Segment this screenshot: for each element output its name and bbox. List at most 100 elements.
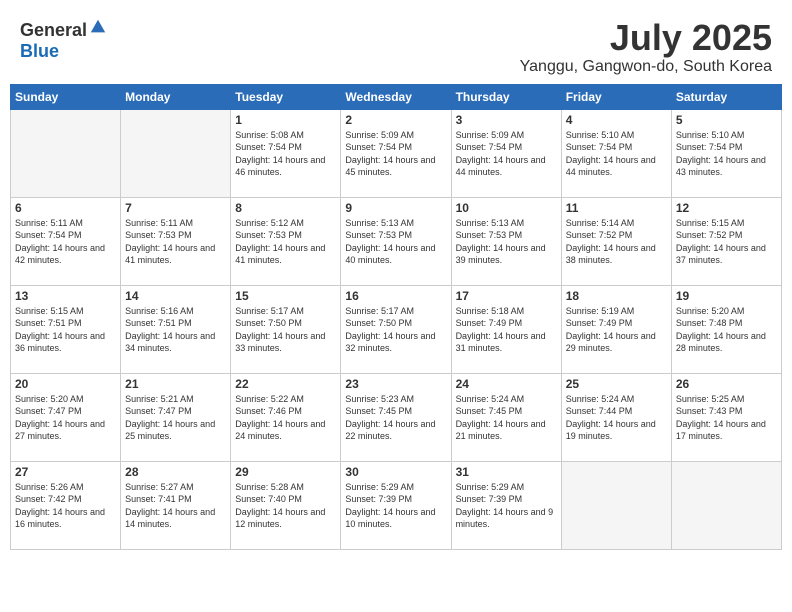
calendar: SundayMondayTuesdayWednesdayThursdayFrid… xyxy=(10,84,782,550)
day-info: Sunrise: 5:29 AM Sunset: 7:39 PM Dayligh… xyxy=(456,481,557,531)
day-info: Sunrise: 5:24 AM Sunset: 7:45 PM Dayligh… xyxy=(456,393,557,443)
logo-icon xyxy=(89,18,107,36)
day-cell: 4Sunrise: 5:10 AM Sunset: 7:54 PM Daylig… xyxy=(561,109,671,197)
day-cell: 12Sunrise: 5:15 AM Sunset: 7:52 PM Dayli… xyxy=(671,197,781,285)
day-info: Sunrise: 5:21 AM Sunset: 7:47 PM Dayligh… xyxy=(125,393,226,443)
day-number: 30 xyxy=(345,465,446,479)
day-info: Sunrise: 5:20 AM Sunset: 7:48 PM Dayligh… xyxy=(676,305,777,355)
day-info: Sunrise: 5:27 AM Sunset: 7:41 PM Dayligh… xyxy=(125,481,226,531)
day-number: 16 xyxy=(345,289,446,303)
day-number: 19 xyxy=(676,289,777,303)
day-number: 7 xyxy=(125,201,226,215)
day-cell: 6 Sunrise: 5:11 AM Sunset: 7:54 PM Daylig… xyxy=(11,197,121,285)
day-number: 22 xyxy=(235,377,336,391)
day-number: 15 xyxy=(235,289,336,303)
day-number: 9 xyxy=(345,201,446,215)
day-cell: 30 Sunrise: 5:29 AM Sunset: 7:39 PM Dayli… xyxy=(341,461,451,549)
day-info: Sunrise: 5:20 AM Sunset: 7:47 PM Dayligh… xyxy=(15,393,116,443)
day-cell: 23 Sunrise: 5:23 AM Sunset: 7:45 PM Dayli… xyxy=(341,373,451,461)
day-info: Sunrise: 5:15 AM Sunset: 7:51 PM Dayligh… xyxy=(15,305,116,355)
header-row: SundayMondayTuesdayWednesdayThursdayFrid… xyxy=(11,84,782,109)
day-info: Sunrise: 5:14 AM Sunset: 7:52 PM Dayligh… xyxy=(566,217,667,267)
day-cell xyxy=(561,461,671,549)
day-info: Sunrise: 5:12 AM Sunset: 7:53 PM Dayligh… xyxy=(235,217,336,267)
day-cell: 26Sunrise: 5:25 AM Sunset: 7:43 PM Dayli… xyxy=(671,373,781,461)
day-cell: 8 Sunrise: 5:12 AM Sunset: 7:53 PM Daylig… xyxy=(231,197,341,285)
day-info: Sunrise: 5:15 AM Sunset: 7:52 PM Dayligh… xyxy=(676,217,777,267)
day-cell: 7 Sunrise: 5:11 AM Sunset: 7:53 PM Daylig… xyxy=(121,197,231,285)
day-info: Sunrise: 5:10 AM Sunset: 7:54 PM Dayligh… xyxy=(676,129,777,179)
day-number: 21 xyxy=(125,377,226,391)
day-info: Sunrise: 5:29 AM Sunset: 7:39 PM Dayligh… xyxy=(345,481,446,531)
day-info: Sunrise: 5:09 AM Sunset: 7:54 PM Dayligh… xyxy=(345,129,446,179)
day-cell: 13 Sunrise: 5:15 AM Sunset: 7:51 PM Dayli… xyxy=(11,285,121,373)
day-cell: 21 Sunrise: 5:21 AM Sunset: 7:47 PM Dayli… xyxy=(121,373,231,461)
day-cell: 14 Sunrise: 5:16 AM Sunset: 7:51 PM Dayli… xyxy=(121,285,231,373)
col-header-sunday: Sunday xyxy=(11,84,121,109)
day-info: Sunrise: 5:09 AM Sunset: 7:54 PM Dayligh… xyxy=(456,129,557,179)
col-header-saturday: Saturday xyxy=(671,84,781,109)
day-number: 13 xyxy=(15,289,116,303)
day-number: 29 xyxy=(235,465,336,479)
day-cell: 15 Sunrise: 5:17 AM Sunset: 7:50 PM Dayli… xyxy=(231,285,341,373)
day-number: 3 xyxy=(456,113,557,127)
day-info: Sunrise: 5:19 AM Sunset: 7:49 PM Dayligh… xyxy=(566,305,667,355)
day-info: Sunrise: 5:08 AM Sunset: 7:54 PM Dayligh… xyxy=(235,129,336,179)
day-number: 27 xyxy=(15,465,116,479)
day-cell xyxy=(671,461,781,549)
day-cell: 3 Sunrise: 5:09 AM Sunset: 7:54 PM Daylig… xyxy=(451,109,561,197)
title-area: July 2025 Yanggu, Gangwon-do, South Kore… xyxy=(520,18,772,76)
col-header-tuesday: Tuesday xyxy=(231,84,341,109)
day-info: Sunrise: 5:10 AM Sunset: 7:54 PM Dayligh… xyxy=(566,129,667,179)
day-number: 10 xyxy=(456,201,557,215)
day-info: Sunrise: 5:24 AM Sunset: 7:44 PM Dayligh… xyxy=(566,393,667,443)
day-info: Sunrise: 5:25 AM Sunset: 7:43 PM Dayligh… xyxy=(676,393,777,443)
day-cell: 19 Sunrise: 5:20 AM Sunset: 7:48 PM Dayli… xyxy=(671,285,781,373)
day-cell: 18 Sunrise: 5:19 AM Sunset: 7:49 PM Dayli… xyxy=(561,285,671,373)
day-cell: 29Sunrise: 5:28 AM Sunset: 7:40 PM Dayli… xyxy=(231,461,341,549)
day-number: 1 xyxy=(235,113,336,127)
day-number: 25 xyxy=(566,377,667,391)
day-cell: 16 Sunrise: 5:17 AM Sunset: 7:50 PM Dayli… xyxy=(341,285,451,373)
day-info: Sunrise: 5:17 AM Sunset: 7:50 PM Dayligh… xyxy=(345,305,446,355)
day-number: 28 xyxy=(125,465,226,479)
day-cell: 5 Sunrise: 5:10 AM Sunset: 7:54 PM Daylig… xyxy=(671,109,781,197)
month-title: July 2025 xyxy=(520,18,772,58)
day-info: Sunrise: 5:18 AM Sunset: 7:49 PM Dayligh… xyxy=(456,305,557,355)
day-number: 20 xyxy=(15,377,116,391)
logo-blue: Blue xyxy=(20,41,59,61)
day-cell: 27 Sunrise: 5:26 AM Sunset: 7:42 PM Dayli… xyxy=(11,461,121,549)
col-header-thursday: Thursday xyxy=(451,84,561,109)
day-info: Sunrise: 5:16 AM Sunset: 7:51 PM Dayligh… xyxy=(125,305,226,355)
week-row-5: 27 Sunrise: 5:26 AM Sunset: 7:42 PM Dayli… xyxy=(11,461,782,549)
day-number: 23 xyxy=(345,377,446,391)
day-cell: 31Sunrise: 5:29 AM Sunset: 7:39 PM Dayli… xyxy=(451,461,561,549)
logo-text: General Blue xyxy=(20,18,107,62)
day-info: Sunrise: 5:22 AM Sunset: 7:46 PM Dayligh… xyxy=(235,393,336,443)
day-info: Sunrise: 5:26 AM Sunset: 7:42 PM Dayligh… xyxy=(15,481,116,531)
day-cell: 1 Sunrise: 5:08 AM Sunset: 7:54 PM Daylig… xyxy=(231,109,341,197)
week-row-4: 20 Sunrise: 5:20 AM Sunset: 7:47 PM Dayli… xyxy=(11,373,782,461)
day-info: Sunrise: 5:23 AM Sunset: 7:45 PM Dayligh… xyxy=(345,393,446,443)
day-number: 6 xyxy=(15,201,116,215)
week-row-1: 1 Sunrise: 5:08 AM Sunset: 7:54 PM Daylig… xyxy=(11,109,782,197)
day-info: Sunrise: 5:17 AM Sunset: 7:50 PM Dayligh… xyxy=(235,305,336,355)
day-cell: 25 Sunrise: 5:24 AM Sunset: 7:44 PM Dayli… xyxy=(561,373,671,461)
col-header-wednesday: Wednesday xyxy=(341,84,451,109)
day-cell xyxy=(121,109,231,197)
day-number: 17 xyxy=(456,289,557,303)
day-cell: 11 Sunrise: 5:14 AM Sunset: 7:52 PM Dayli… xyxy=(561,197,671,285)
day-cell: 10 Sunrise: 5:13 AM Sunset: 7:53 PM Dayli… xyxy=(451,197,561,285)
day-info: Sunrise: 5:11 AM Sunset: 7:54 PM Dayligh… xyxy=(15,217,116,267)
day-info: Sunrise: 5:13 AM Sunset: 7:53 PM Dayligh… xyxy=(456,217,557,267)
week-row-3: 13 Sunrise: 5:15 AM Sunset: 7:51 PM Dayli… xyxy=(11,285,782,373)
day-info: Sunrise: 5:11 AM Sunset: 7:53 PM Dayligh… xyxy=(125,217,226,267)
day-cell: 17 Sunrise: 5:18 AM Sunset: 7:49 PM Dayli… xyxy=(451,285,561,373)
day-cell: 9Sunrise: 5:13 AM Sunset: 7:53 PM Daylig… xyxy=(341,197,451,285)
day-cell: 24Sunrise: 5:24 AM Sunset: 7:45 PM Dayli… xyxy=(451,373,561,461)
day-number: 11 xyxy=(566,201,667,215)
day-number: 14 xyxy=(125,289,226,303)
day-number: 8 xyxy=(235,201,336,215)
day-number: 5 xyxy=(676,113,777,127)
day-number: 18 xyxy=(566,289,667,303)
